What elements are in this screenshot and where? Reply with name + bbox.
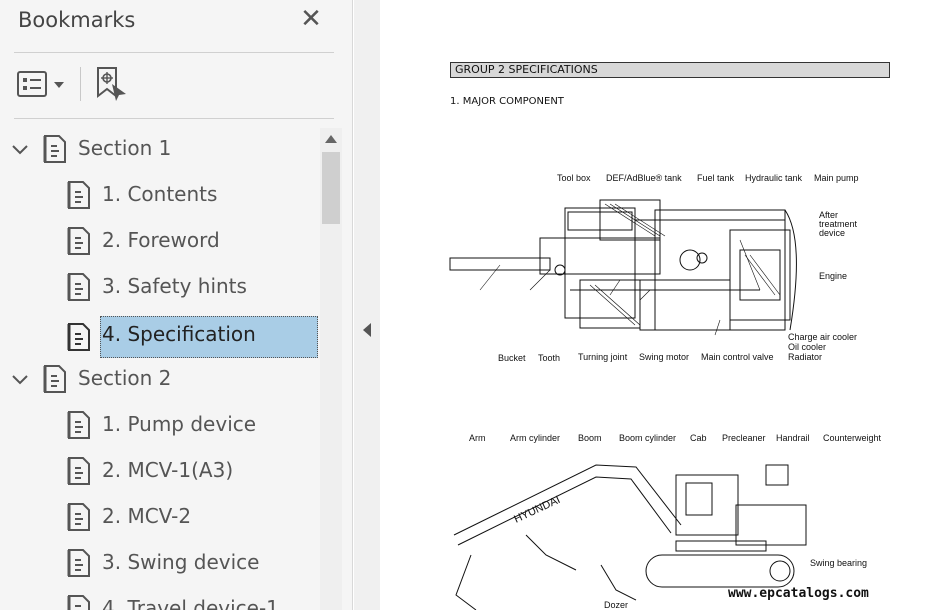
label-oil-cooler: Oil cooler (788, 342, 827, 352)
label-bucket: Bucket (498, 353, 526, 363)
subheading: 1. MAJOR COMPONENT (450, 96, 564, 107)
panel-collapse-strip[interactable] (354, 0, 380, 610)
bookmark-page-icon (67, 503, 90, 531)
bookmark-label: Section 2 (78, 366, 172, 390)
bookmark-page-icon (43, 365, 66, 393)
label-cab: Cab (690, 433, 707, 443)
bookmark-label: Section 1 (78, 136, 172, 160)
label-hydraulic-tank: Hydraulic tank (745, 173, 803, 183)
bookmark-mcv-1[interactable]: 2. MCV-1(A3) (0, 450, 318, 492)
bookmark-page-icon (67, 411, 90, 439)
label-turning-joint: Turning joint (578, 352, 628, 362)
label-dozer: Dozer (604, 600, 629, 610)
bookmark-pump-device[interactable]: 1. Pump device (0, 404, 318, 446)
label-def-tank: DEF/AdBlue® tank (606, 173, 682, 183)
label-fuel-tank: Fuel tank (697, 173, 735, 183)
bookmark-options-button[interactable] (16, 70, 68, 102)
label-tooth: Tooth (538, 353, 561, 363)
bookmark-label: 3. Swing device (102, 550, 260, 574)
bookmark-page-icon (67, 227, 90, 255)
bookmark-scrollbar[interactable] (320, 128, 342, 610)
bookmark-safety-hints[interactable]: 3. Safety hints (0, 266, 318, 308)
label-boom: Boom (578, 433, 602, 443)
close-icon[interactable]: ✕ (298, 6, 324, 32)
bookmark-page-icon (67, 595, 90, 610)
bookmark-label: 2. MCV-1(A3) (102, 458, 234, 482)
label-device: device (819, 228, 846, 238)
bookmark-mcv-2[interactable]: 2. MCV-2 (0, 496, 318, 538)
bookmark-contents[interactable]: 1. Contents (0, 174, 318, 216)
label-handrail: Handrail (776, 433, 810, 443)
bookmark-page-icon (67, 549, 90, 577)
label-main-pump: Main pump (814, 173, 859, 183)
toolbar-separator (80, 67, 81, 101)
bookmark-label: 1. Contents (102, 182, 218, 206)
bookmark-label: 3. Safety hints (102, 274, 247, 298)
label-charge-air-cooler: Charge air cooler (788, 332, 858, 342)
scroll-up-icon (325, 135, 337, 143)
bookmark-page-icon (67, 181, 90, 209)
bookmark-label: 2. Foreword (102, 228, 220, 252)
chevron-down-icon (12, 145, 28, 155)
bookmark-label: 1. Pump device (102, 412, 257, 436)
bookmark-options-icon (17, 71, 64, 97)
label-precleaner: Precleaner (722, 433, 766, 443)
bookmark-foreword[interactable]: 2. Foreword (0, 220, 318, 262)
bookmark-section-1[interactable]: Section 1 (0, 128, 318, 170)
divider (14, 118, 334, 119)
add-bookmark-icon (97, 67, 126, 101)
label-arm: Arm (469, 433, 486, 443)
bookmark-label: 4. Travel device-1 (102, 596, 279, 610)
watermark: www.epcatalogs.com (728, 586, 869, 601)
bookmark-page-icon (67, 457, 90, 485)
scrollbar-thumb[interactable] (322, 152, 340, 224)
label-engine: Engine (819, 271, 848, 281)
collapse-left-icon (363, 323, 371, 337)
chevron-down-icon (12, 375, 28, 385)
bookmark-label: 2. MCV-2 (102, 504, 192, 528)
bookmark-page-icon (67, 273, 90, 301)
bookmarks-panel: Bookmarks ✕ Section 1 1. Contents 2. For… (0, 0, 353, 610)
bookmark-swing-device[interactable]: 3. Swing device (0, 542, 318, 584)
bookmark-page-icon (67, 323, 90, 351)
label-tool-box: Tool box (557, 173, 591, 183)
document-page: GROUP 2 SPECIFICATIONS 1. MAJOR COMPONEN… (380, 0, 940, 610)
divider (14, 52, 334, 53)
label-radiator: Radiator (788, 352, 823, 362)
label-main-control-valve: Main control valve (701, 352, 774, 362)
panel-title: Bookmarks (18, 8, 136, 32)
bookmark-label: 4. Specification (102, 322, 256, 346)
label-swing-motor: Swing motor (639, 352, 690, 362)
label-boom-cylinder: Boom cylinder (619, 433, 677, 443)
excavator-top-view-drawing (449, 199, 797, 336)
bookmark-page-icon (43, 135, 66, 163)
label-swing-bearing: Swing bearing (810, 558, 868, 568)
section-banner: GROUP 2 SPECIFICATIONS (450, 62, 890, 78)
label-counterweight: Counterweight (823, 433, 882, 443)
bookmark-travel-device[interactable]: 4. Travel device-1 (0, 588, 318, 610)
brand-boom-text: HYUNDAI (512, 494, 562, 526)
label-arm-cylinder: Arm cylinder (510, 433, 561, 443)
add-bookmark-button[interactable] (94, 66, 128, 106)
bookmark-section-2[interactable]: Section 2 (0, 358, 318, 400)
